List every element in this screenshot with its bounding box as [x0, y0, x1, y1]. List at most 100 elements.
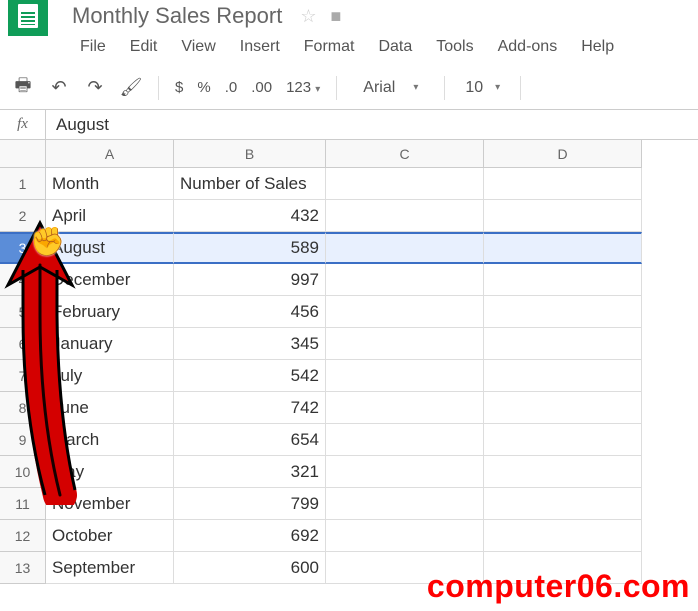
- cell[interactable]: [326, 232, 484, 264]
- cell[interactable]: February: [46, 296, 174, 328]
- row-header[interactable]: 4: [0, 264, 46, 296]
- cell[interactable]: [484, 392, 642, 424]
- cell[interactable]: [484, 200, 642, 232]
- cell[interactable]: 742: [174, 392, 326, 424]
- cell[interactable]: 321: [174, 456, 326, 488]
- menu-data[interactable]: Data: [378, 38, 412, 56]
- cell[interactable]: [326, 360, 484, 392]
- cell[interactable]: [326, 392, 484, 424]
- row-header[interactable]: 13: [0, 552, 46, 584]
- cell[interactable]: 600: [174, 552, 326, 584]
- folder-icon[interactable]: ■: [330, 6, 341, 27]
- format-123-button[interactable]: 123 ▾: [282, 79, 324, 96]
- menu-format[interactable]: Format: [304, 38, 355, 56]
- menu-help[interactable]: Help: [581, 38, 614, 56]
- cell[interactable]: 432: [174, 200, 326, 232]
- row-header[interactable]: 5: [0, 296, 46, 328]
- cell[interactable]: November: [46, 488, 174, 520]
- star-icon[interactable]: ☆: [300, 6, 316, 27]
- cell[interactable]: March: [46, 424, 174, 456]
- row-header[interactable]: 9: [0, 424, 46, 456]
- cell[interactable]: 589: [174, 232, 326, 264]
- table-row: July542: [46, 360, 698, 392]
- col-header-B[interactable]: B: [174, 140, 326, 168]
- row-header[interactable]: 7: [0, 360, 46, 392]
- cell[interactable]: [326, 264, 484, 296]
- undo-icon[interactable]: ↶: [44, 73, 74, 103]
- cell[interactable]: 654: [174, 424, 326, 456]
- redo-icon[interactable]: ↷: [80, 73, 110, 103]
- cell[interactable]: [326, 488, 484, 520]
- fx-label[interactable]: fx: [0, 110, 46, 139]
- cell[interactable]: April: [46, 200, 174, 232]
- row-header[interactable]: 3: [0, 232, 46, 264]
- table-row: March654: [46, 424, 698, 456]
- col-header-D[interactable]: D: [484, 140, 642, 168]
- cell[interactable]: October: [46, 520, 174, 552]
- doc-title[interactable]: Monthly Sales Report: [72, 3, 282, 29]
- col-header-A[interactable]: A: [46, 140, 174, 168]
- row-header[interactable]: 1: [0, 168, 46, 200]
- cell[interactable]: [484, 264, 642, 296]
- font-select[interactable]: Arial▾: [349, 79, 432, 97]
- row-header[interactable]: 11: [0, 488, 46, 520]
- formula-input[interactable]: August: [46, 115, 698, 135]
- cell[interactable]: August: [46, 232, 174, 264]
- table-row: April432: [46, 200, 698, 232]
- cell[interactable]: [326, 456, 484, 488]
- row-header[interactable]: 8: [0, 392, 46, 424]
- row-header[interactable]: 6: [0, 328, 46, 360]
- cell[interactable]: [484, 520, 642, 552]
- cell[interactable]: Month: [46, 168, 174, 200]
- cell[interactable]: [326, 296, 484, 328]
- row-header[interactable]: 2: [0, 200, 46, 232]
- increase-decimal-button[interactable]: .00: [247, 79, 276, 96]
- currency-button[interactable]: $: [171, 79, 187, 96]
- cell[interactable]: [484, 168, 642, 200]
- row-header[interactable]: 10: [0, 456, 46, 488]
- select-all-corner[interactable]: [0, 140, 46, 168]
- decrease-decimal-button[interactable]: .0: [221, 79, 242, 96]
- cell[interactable]: [484, 232, 642, 264]
- cell[interactable]: May: [46, 456, 174, 488]
- cell[interactable]: [484, 456, 642, 488]
- menu-view[interactable]: View: [181, 38, 215, 56]
- cell[interactable]: 345: [174, 328, 326, 360]
- cell[interactable]: 997: [174, 264, 326, 296]
- cell[interactable]: 799: [174, 488, 326, 520]
- col-header-C[interactable]: C: [326, 140, 484, 168]
- row-header[interactable]: 12: [0, 520, 46, 552]
- cell[interactable]: 692: [174, 520, 326, 552]
- cell[interactable]: [484, 296, 642, 328]
- menu-insert[interactable]: Insert: [240, 38, 280, 56]
- menu-edit[interactable]: Edit: [130, 38, 158, 56]
- cell[interactable]: [326, 200, 484, 232]
- cell[interactable]: July: [46, 360, 174, 392]
- table-row: June742: [46, 392, 698, 424]
- percent-button[interactable]: %: [193, 79, 214, 96]
- cell[interactable]: Number of Sales: [174, 168, 326, 200]
- menu-tools[interactable]: Tools: [436, 38, 473, 56]
- cell[interactable]: September: [46, 552, 174, 584]
- cell[interactable]: [484, 360, 642, 392]
- chevron-down-icon: ▾: [413, 82, 418, 93]
- font-size-select[interactable]: 10▾: [457, 79, 508, 97]
- paint-format-icon[interactable]: 🖌: [116, 73, 146, 103]
- cell[interactable]: [326, 520, 484, 552]
- print-icon[interactable]: 🖶: [8, 73, 38, 103]
- cell[interactable]: [484, 488, 642, 520]
- menu-file[interactable]: File: [80, 38, 106, 56]
- sheets-logo[interactable]: [8, 0, 48, 36]
- cell[interactable]: [326, 168, 484, 200]
- cell[interactable]: [326, 424, 484, 456]
- table-row: December997: [46, 264, 698, 296]
- cell[interactable]: [484, 424, 642, 456]
- menu-addons[interactable]: Add-ons: [498, 38, 558, 56]
- cell[interactable]: 456: [174, 296, 326, 328]
- cell[interactable]: January: [46, 328, 174, 360]
- cell[interactable]: December: [46, 264, 174, 296]
- cell[interactable]: 542: [174, 360, 326, 392]
- cell[interactable]: June: [46, 392, 174, 424]
- cell[interactable]: [326, 328, 484, 360]
- cell[interactable]: [484, 328, 642, 360]
